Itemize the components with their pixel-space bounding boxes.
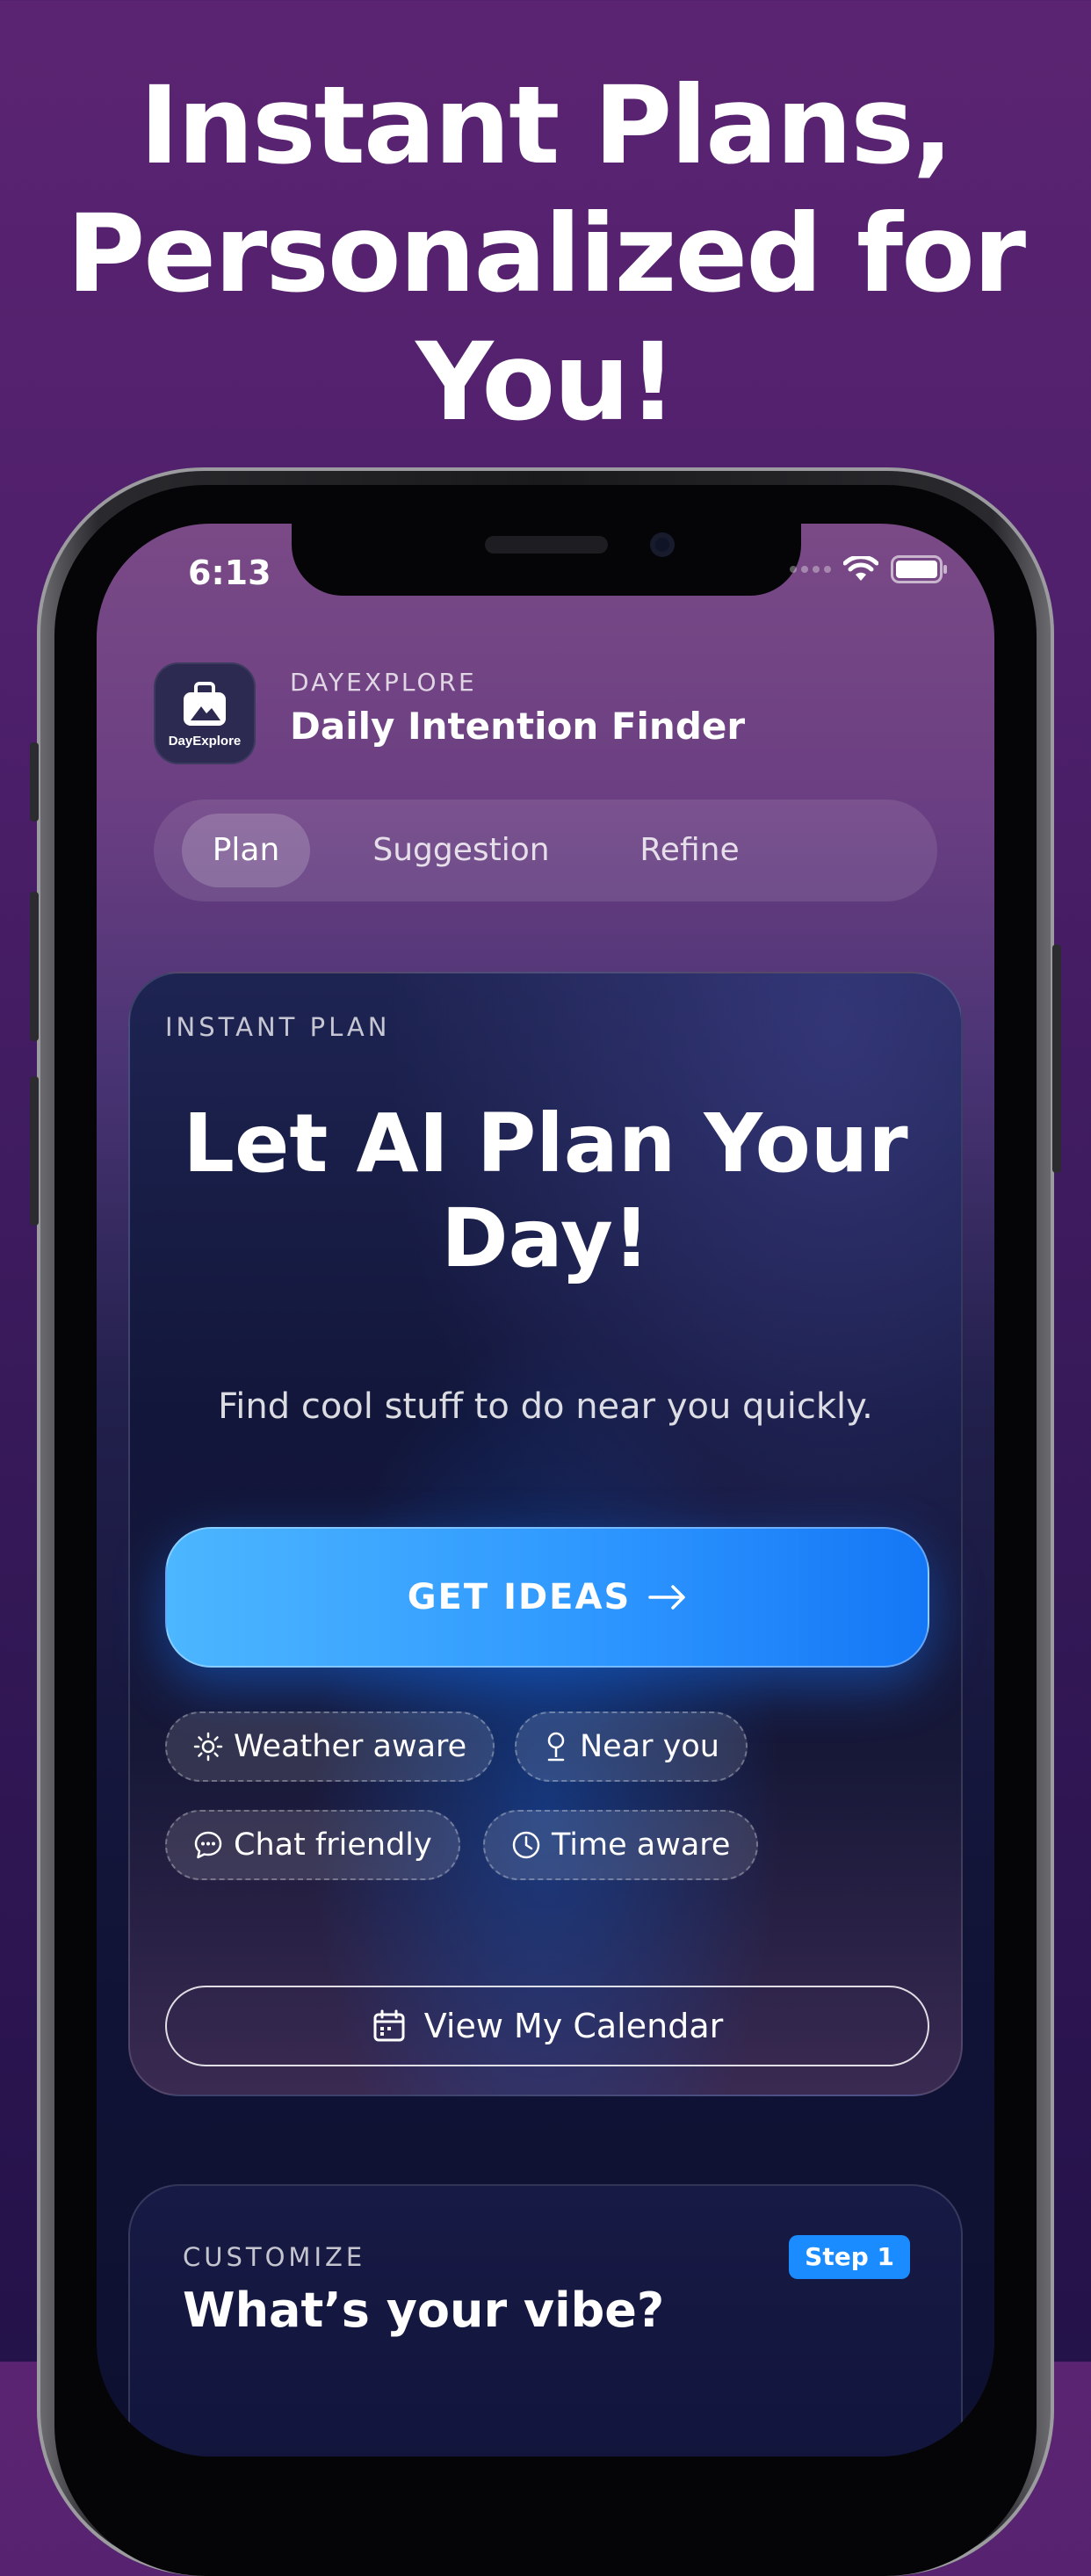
app-title: Daily Intention Finder [290, 705, 746, 748]
customize-eyebrow: CUSTOMIZE [183, 2242, 366, 2272]
side-button-volume-down [30, 1076, 39, 1226]
calendar-icon [373, 2009, 405, 2042]
side-button-mute [30, 742, 39, 821]
app-eyebrow: DAYEXPLORE [290, 668, 477, 697]
tab-refine[interactable]: Refine [611, 814, 769, 887]
tab-bar: Plan Suggestion Refine [154, 800, 937, 901]
suitcase-icon [184, 682, 226, 726]
marketing-headline: Instant Plans, Personalized for You! [0, 62, 1091, 446]
get-ideas-button[interactable]: GET IDEAS [165, 1527, 929, 1668]
get-ideas-label: GET IDEAS [407, 1577, 632, 1617]
step-badge: Step 1 [789, 2235, 910, 2279]
status-icons [790, 555, 949, 583]
speaker-grille [485, 536, 608, 554]
chip-near-you[interactable]: Near you [515, 1711, 748, 1782]
customize-title: What’s your vibe? [183, 2283, 665, 2338]
view-calendar-label: View My Calendar [423, 2007, 724, 2045]
status-time: 6:13 [188, 554, 271, 592]
notch [292, 524, 801, 596]
app-icon: DayExplore [154, 662, 256, 764]
card-title-line-1: Let AI Plan Your [183, 1096, 908, 1190]
chat-icon [194, 1831, 222, 1859]
side-button-volume-up [30, 892, 39, 1041]
battery-icon [891, 555, 947, 583]
card-title-line-2: Day! [441, 1191, 650, 1285]
sun-icon [193, 1732, 223, 1762]
app-icon-label: DayExplore [168, 734, 242, 749]
chip-label: Near you [580, 1729, 719, 1764]
card-subtitle: Find cool stuff to do near you quickly. [218, 1386, 873, 1427]
pin-icon [547, 1732, 565, 1762]
headline-line-2: Personalized for [66, 192, 1026, 316]
card-eyebrow: INSTANT PLAN [165, 1012, 391, 1042]
chip-time-aware[interactable]: Time aware [483, 1810, 759, 1880]
phone-screen: 6:13 DayExplore DAYEXPLORE Daily Intenti… [97, 524, 994, 2457]
view-calendar-button[interactable]: View My Calendar [165, 1986, 929, 2066]
chip-label: Weather aware [234, 1729, 467, 1764]
instant-plan-card: INSTANT PLAN Let AI Plan Your Day! Find … [128, 972, 963, 2096]
clock-icon [512, 1831, 540, 1859]
headline-line-3: You! [415, 320, 676, 445]
wifi-icon [843, 556, 878, 581]
customize-card: CUSTOMIZE Step 1 What’s your vibe? [128, 2184, 963, 2457]
side-button-power [1052, 944, 1061, 1173]
chip-weather-aware[interactable]: Weather aware [165, 1711, 495, 1782]
front-camera [650, 532, 675, 557]
tab-suggestion[interactable]: Suggestion [356, 814, 567, 887]
chip-label: Chat friendly [234, 1827, 432, 1863]
chip-chat-friendly[interactable]: Chat friendly [165, 1810, 460, 1880]
signal-icon [790, 566, 831, 573]
tab-plan[interactable]: Plan [182, 814, 310, 887]
chip-label: Time aware [552, 1827, 731, 1863]
card-title: Let AI Plan Your Day! [130, 1096, 961, 1286]
arrow-right-icon [648, 1585, 686, 1610]
headline-line-1: Instant Plans, [139, 63, 954, 188]
